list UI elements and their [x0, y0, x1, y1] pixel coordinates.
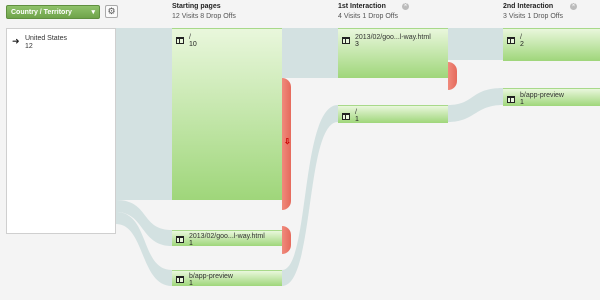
column-summary-starting-pages: 12 Visits 8 Drop Offs [172, 13, 236, 20]
node-first-blog[interactable]: 2013/02/goo...l-way.html 3 [338, 28, 448, 78]
node-count: 2 [520, 41, 524, 48]
node-label: b/app-preview [189, 273, 233, 280]
dimension-dropdown[interactable]: Country / Territory ▾ [6, 5, 100, 19]
drop-off-arrow-icon: ⇩ [284, 137, 291, 146]
node-second-root[interactable]: / 2 [503, 28, 600, 61]
flow-first-root-to-second-preview [448, 88, 503, 122]
flow-first-to-second-root [448, 28, 503, 60]
node-count: 3 [355, 41, 359, 48]
column-title-starting-pages: Starting pages [172, 3, 221, 10]
column-summary-second-interaction: 3 Visits 1 Drop Offs [503, 13, 564, 20]
page-icon [176, 236, 184, 243]
arrow-icon: ➜ [12, 36, 20, 46]
node-label: b/app-preview [520, 92, 564, 99]
node-label: / [520, 34, 522, 41]
flow-source-to-root [116, 28, 172, 200]
node-label: / [355, 109, 357, 116]
page-icon [507, 96, 515, 103]
node-label: / [189, 34, 191, 41]
node-start-root[interactable]: / 10 [172, 28, 282, 200]
node-count: 1 [355, 116, 359, 123]
page-icon [176, 37, 184, 44]
node-second-preview[interactable]: b/app-preview 1 [503, 88, 600, 106]
dimension-label: Country / Territory [11, 9, 72, 16]
node-start-preview[interactable]: b/app-preview 1 [172, 270, 282, 286]
node-count: 1 [189, 240, 193, 246]
node-count: 10 [189, 41, 197, 48]
node-label: 2013/02/goo...l-way.html [355, 34, 431, 41]
source-count: 12 [25, 43, 33, 50]
close-icon[interactable]: × [570, 3, 577, 10]
page-icon [507, 37, 515, 44]
page-icon [176, 276, 184, 283]
node-count: 1 [189, 280, 193, 286]
node-label: 2013/02/goo...l-way.html [189, 233, 265, 240]
source-node-united-states[interactable]: ➜ United States 12 [6, 28, 116, 234]
node-start-blog[interactable]: 2013/02/goo...l-way.html 1 [172, 230, 282, 246]
column-title-second-interaction: 2nd Interaction [503, 3, 554, 10]
column-summary-first-interaction: 4 Visits 1 Drop Offs [338, 13, 399, 20]
gear-icon: ⚙ [107, 6, 116, 16]
column-title-first-interaction: 1st Interaction [338, 3, 386, 10]
source-label: United States [25, 35, 68, 42]
node-first-root[interactable]: / 1 [338, 105, 448, 123]
page-icon [342, 113, 350, 120]
close-icon[interactable]: × [402, 3, 409, 10]
settings-button[interactable]: ⚙ [105, 5, 118, 18]
chevron-down-icon: ▾ [91, 9, 95, 16]
node-count: 1 [520, 99, 524, 106]
flow-root-to-first [282, 28, 338, 78]
page-icon [342, 37, 350, 44]
